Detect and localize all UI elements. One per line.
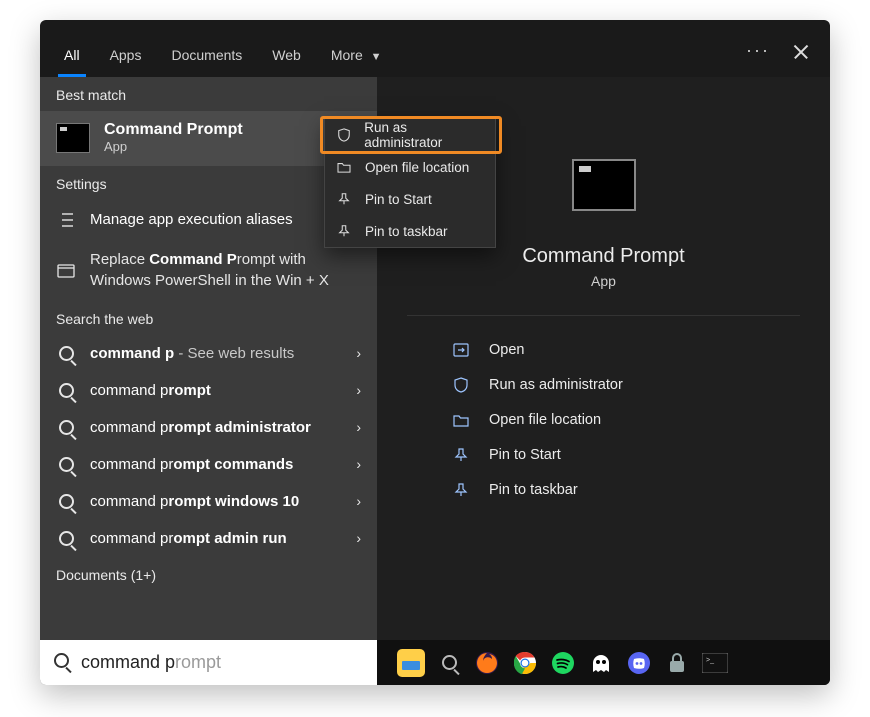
search-icon [56, 346, 76, 361]
best-match-subtitle: App [104, 139, 243, 154]
preview-subtitle: App [377, 273, 830, 289]
web-result-label: command prompt commands [90, 456, 342, 473]
chevron-right-icon: › [356, 456, 361, 472]
search-icon [56, 383, 76, 398]
action-label: Pin to Start [489, 447, 561, 463]
shield-icon [337, 128, 352, 142]
settings-item-label: Manage app execution aliases [90, 210, 361, 230]
folder-icon [453, 413, 471, 427]
pin-icon [453, 447, 471, 463]
action-open[interactable]: Open [453, 332, 810, 367]
action-run-admin[interactable]: Run as administrator [453, 367, 810, 402]
web-result[interactable]: command prompt commands › [40, 446, 377, 483]
preview-actions: Open Run as administrator Open file loca… [453, 332, 810, 507]
separator [407, 315, 800, 316]
open-icon [453, 343, 471, 357]
web-result-label: command prompt admin run [90, 530, 342, 547]
firefox-icon[interactable] [473, 649, 501, 677]
web-result-label: command prompt administrator [90, 419, 342, 436]
action-label: Open file location [489, 412, 601, 428]
chevron-right-icon: › [356, 493, 361, 509]
tab-web[interactable]: Web [268, 47, 305, 77]
search-icon [56, 457, 76, 472]
search-tabs: All Apps Documents Web More ▼ ··· [40, 20, 830, 77]
best-match-heading: Best match [40, 77, 377, 111]
web-result[interactable]: command prompt › [40, 372, 377, 409]
close-button[interactable] [792, 43, 810, 61]
file-explorer-icon[interactable] [397, 649, 425, 677]
folder-icon [337, 161, 353, 173]
ctx-pin-start[interactable]: Pin to Start [325, 183, 495, 215]
ctx-pin-taskbar[interactable]: Pin to taskbar [325, 215, 495, 247]
chevron-right-icon: › [356, 419, 361, 435]
ctx-open-location[interactable]: Open file location [325, 151, 495, 183]
web-result-label: command p - See web results [90, 345, 342, 362]
ctx-label: Pin to Start [365, 192, 432, 207]
tab-all[interactable]: All [60, 47, 84, 77]
tab-documents[interactable]: Documents [167, 47, 246, 77]
pin-icon [337, 192, 353, 206]
action-pin-start[interactable]: Pin to Start [453, 437, 810, 472]
ctx-label: Open file location [365, 160, 469, 175]
list-icon [56, 212, 76, 228]
search-text: command prompt [81, 652, 221, 673]
settings-item-label: Replace Command Prompt with Windows Powe… [90, 250, 361, 291]
tab-more[interactable]: More ▼ [327, 47, 386, 77]
ctx-label: Run as administrator [364, 120, 483, 150]
ctx-label: Pin to taskbar [365, 224, 448, 239]
web-result[interactable]: command prompt admin run › [40, 520, 377, 557]
web-result[interactable]: command prompt administrator › [40, 409, 377, 446]
pin-icon [337, 224, 353, 238]
action-open-location[interactable]: Open file location [453, 402, 810, 437]
pin-icon [453, 482, 471, 498]
taskbar: >_ [377, 640, 830, 685]
chrome-icon[interactable] [511, 649, 539, 677]
web-result[interactable]: command prompt windows 10 › [40, 483, 377, 520]
search-icon [54, 653, 69, 673]
search-icon [56, 494, 76, 509]
lock-icon[interactable] [663, 649, 691, 677]
context-menu: Run as administrator Open file location … [324, 118, 496, 248]
ghost-icon[interactable] [587, 649, 615, 677]
web-result-label: command prompt [90, 382, 342, 399]
chevron-down-icon: ▼ [371, 51, 382, 63]
chevron-right-icon: › [356, 530, 361, 546]
action-label: Run as administrator [489, 377, 623, 393]
action-label: Open [489, 342, 524, 358]
chevron-right-icon: › [356, 345, 361, 361]
best-match-title: Command Prompt [104, 121, 243, 139]
tab-more-label: More [331, 47, 363, 63]
action-label: Pin to taskbar [489, 482, 578, 498]
ctx-run-admin[interactable]: Run as administrator [325, 119, 495, 151]
settings-item[interactable]: Replace Command Prompt with Windows Powe… [40, 240, 377, 301]
search-input[interactable]: command prompt [40, 640, 377, 685]
more-options-button[interactable]: ··· [746, 40, 770, 77]
discord-icon[interactable] [625, 649, 653, 677]
command-prompt-icon [56, 123, 90, 153]
terminal-icon[interactable]: >_ [701, 649, 729, 677]
web-heading: Search the web [40, 301, 377, 335]
web-result[interactable]: command p - See web results › [40, 335, 377, 372]
shield-icon [453, 377, 471, 393]
window-icon [56, 264, 76, 278]
web-result-label: command prompt windows 10 [90, 493, 342, 510]
tab-apps[interactable]: Apps [106, 47, 146, 77]
search-icon [56, 531, 76, 546]
search-icon [56, 420, 76, 435]
command-prompt-icon [572, 159, 636, 211]
chevron-right-icon: › [356, 382, 361, 398]
spotify-icon[interactable] [549, 649, 577, 677]
start-search-window: All Apps Documents Web More ▼ ··· Best m… [40, 20, 830, 685]
action-pin-taskbar[interactable]: Pin to taskbar [453, 472, 810, 507]
search-taskbar-icon[interactable] [435, 649, 463, 677]
svg-text:>_: >_ [706, 657, 714, 664]
documents-heading: Documents (1+) [40, 557, 377, 591]
preview-title: Command Prompt [377, 245, 830, 268]
